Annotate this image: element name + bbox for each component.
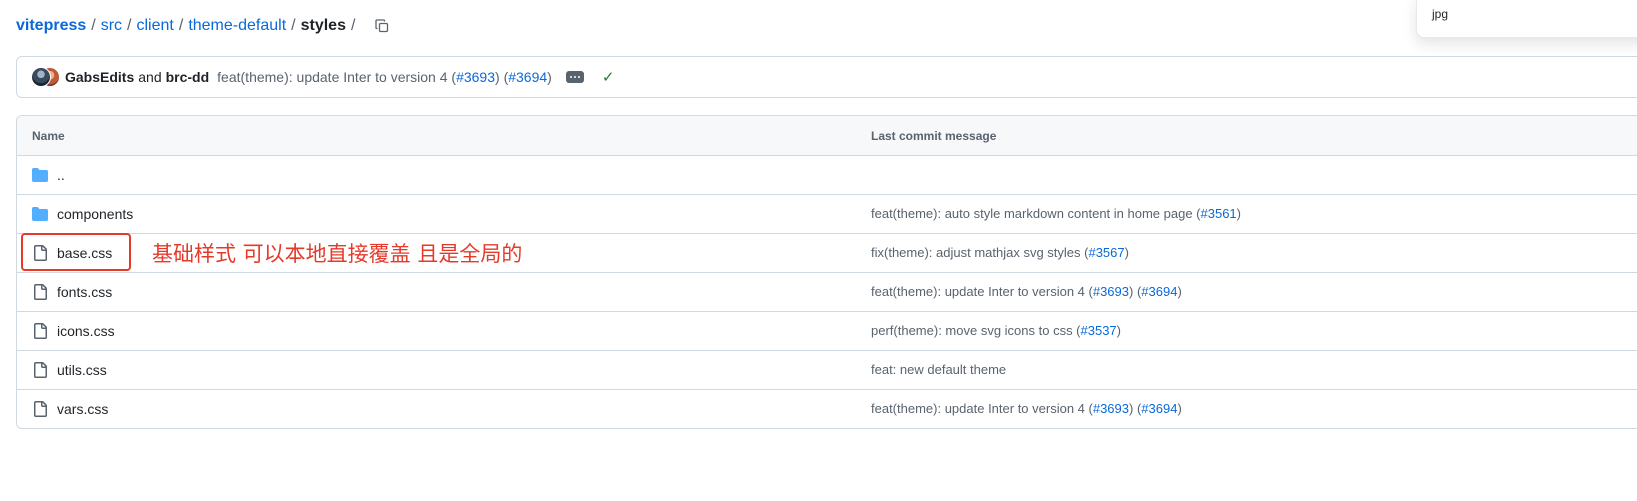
file-icon — [34, 323, 47, 339]
file-name-link[interactable]: vars.css — [57, 401, 108, 417]
check-icon[interactable]: ✓ — [602, 68, 615, 86]
table-row[interactable]: .. — [17, 156, 1637, 195]
commit-message-text: ) — [1177, 284, 1182, 299]
highlight-box — [21, 233, 131, 271]
pr-link[interactable]: #3567 — [1088, 245, 1124, 260]
table-row[interactable]: utils.css feat: new default theme — [17, 351, 1637, 390]
pr-link[interactable]: #3561 — [1201, 206, 1237, 221]
pr-link[interactable]: #3693 — [1093, 284, 1129, 299]
file-table: Name Last commit message .. components fea… — [16, 115, 1637, 429]
pr-link[interactable]: #3694 — [508, 69, 547, 85]
breadcrumb-current: styles — [300, 17, 346, 34]
table-row[interactable]: icons.css perf(theme): move svg icons to … — [17, 312, 1637, 351]
ellipsis-icon — [569, 76, 572, 78]
pr-link[interactable]: #3693 — [1093, 401, 1129, 416]
commit-message-text: ) — [1124, 245, 1129, 260]
breadcrumb-separator: / — [291, 17, 296, 34]
commit-message-text: ) ( — [1129, 284, 1142, 299]
commit-message-text[interactable]: feat(theme): update Inter to version 4 ( — [871, 284, 1093, 299]
breadcrumb-separator: / — [178, 17, 184, 34]
pr-link[interactable]: #3694 — [1141, 401, 1177, 416]
pr-link[interactable]: #3537 — [1081, 323, 1117, 338]
breadcrumb-separator: / — [350, 17, 356, 34]
pr-link[interactable]: #3693 — [456, 69, 495, 85]
tooltip-popup: jpg — [1416, 0, 1637, 38]
commit-message: feat(theme): update Inter to version 4 (… — [217, 69, 552, 85]
last-commit-message: fix(theme): adjust mathjax svg styles (#… — [871, 245, 1129, 260]
copy-path-button[interactable] — [372, 16, 392, 36]
breadcrumb: vitepress / src / client / theme-default… — [16, 14, 392, 38]
file-name-link[interactable]: utils.css — [57, 362, 107, 378]
table-row[interactable]: vars.css feat(theme): update Inter to ver… — [17, 390, 1637, 428]
pr-link[interactable]: #3694 — [1141, 284, 1177, 299]
commit-message-text: ) ( — [1129, 401, 1142, 416]
folder-icon — [32, 207, 48, 221]
commit-message-text[interactable]: fix(theme): adjust mathjax svg styles ( — [871, 245, 1088, 260]
breadcrumb-theme-default-link[interactable]: theme-default — [188, 17, 286, 35]
popup-text: jpg — [1432, 7, 1449, 21]
commit-message-text: ) — [1177, 401, 1182, 416]
commit-message-text: ) — [1236, 206, 1242, 221]
file-icon — [34, 284, 47, 300]
copy-icon — [375, 19, 389, 33]
commit-message-text[interactable]: feat(theme): update Inter to version 4 ( — [217, 69, 456, 85]
file-name-link[interactable]: .. — [57, 167, 65, 183]
commit-author-link[interactable]: brc-dd — [166, 69, 210, 85]
commit-message-text: ) — [547, 69, 552, 85]
file-name-link[interactable]: fonts.css — [57, 284, 112, 300]
file-name-link[interactable]: components — [57, 206, 133, 222]
file-icon — [34, 401, 47, 417]
commit-author-link[interactable]: GabsEdits — [65, 69, 134, 85]
last-commit-message: feat(theme): update Inter to version 4 (… — [871, 401, 1182, 416]
table-header: Name Last commit message — [17, 116, 1637, 156]
folder-icon — [32, 168, 48, 182]
author-avatars[interactable] — [31, 67, 61, 87]
breadcrumb-repo-link[interactable]: vitepress — [16, 17, 86, 35]
commit-message-text: ) ( — [495, 69, 509, 85]
annotation-text: 基础样式 可以本地直接覆盖 且是全局的 — [152, 242, 523, 266]
commit-message-text[interactable]: feat(theme): auto style markdown content… — [871, 206, 1201, 221]
breadcrumb-separator: / — [127, 17, 132, 34]
last-commit-message: perf(theme): move svg icons to css (#353… — [871, 323, 1121, 338]
column-header-name: Name — [32, 129, 65, 143]
table-row[interactable]: components feat(theme): auto style markdo… — [17, 195, 1637, 234]
breadcrumb-separator: / — [91, 17, 96, 34]
commit-and-text: and — [138, 69, 162, 85]
file-name-link[interactable]: icons.css — [57, 323, 115, 339]
commit-message-text[interactable]: feat: new default theme — [871, 362, 1006, 377]
latest-commit-bar: GabsEdits and brc-dd feat(theme): update… — [16, 56, 1637, 98]
file-icon — [34, 362, 47, 378]
breadcrumb-client-link[interactable]: client — [137, 17, 174, 35]
table-row[interactable]: fonts.css feat(theme): update Inter to ve… — [17, 273, 1637, 312]
last-commit-message: feat: new default theme — [871, 362, 1006, 377]
column-header-message: Last commit message — [871, 129, 997, 143]
expand-commit-button[interactable] — [565, 71, 584, 83]
commit-message-text[interactable]: perf(theme): move svg icons to css ( — [871, 323, 1081, 338]
commit-message-text[interactable]: feat(theme): update Inter to version 4 ( — [871, 401, 1093, 416]
breadcrumb-src-link[interactable]: src — [101, 17, 122, 35]
last-commit-message: feat(theme): auto style markdown content… — [871, 206, 1241, 221]
last-commit-message: feat(theme): update Inter to version 4 (… — [871, 284, 1182, 299]
avatar — [31, 67, 51, 87]
commit-message-text: ) — [1116, 323, 1122, 338]
table-body: .. components feat(theme): auto style mark… — [17, 156, 1637, 428]
